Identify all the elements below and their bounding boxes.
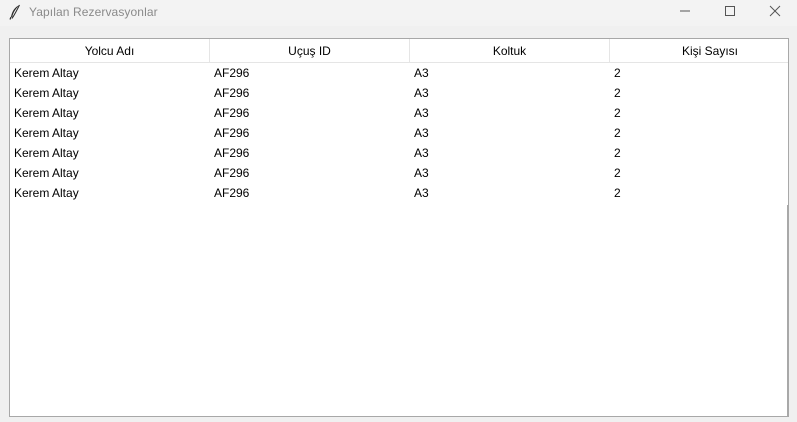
cell-seat: A3 bbox=[414, 106, 429, 120]
cell-passenger-name: Kerem Altay bbox=[14, 66, 79, 80]
window-title: Yapılan Rezervasyonlar bbox=[29, 5, 158, 19]
cell-flight-id: AF296 bbox=[214, 86, 250, 100]
cell-flight-id: AF296 bbox=[214, 66, 250, 80]
cell-person-count: 2 bbox=[614, 66, 621, 80]
cell-person-count: 2 bbox=[614, 126, 621, 140]
cell-passenger-name: Kerem Altay bbox=[14, 86, 79, 100]
cell-person-count: 2 bbox=[614, 146, 621, 160]
cell-passenger-name: Kerem Altay bbox=[14, 146, 79, 160]
table-row[interactable]: Kerem Altay AF296 A3 2 bbox=[10, 123, 788, 143]
cell-passenger-name: Kerem Altay bbox=[14, 166, 79, 180]
table-body: Kerem Altay AF296 A3 2 Kerem Altay AF296… bbox=[10, 63, 788, 203]
cell-flight-id: AF296 bbox=[214, 106, 250, 120]
table-right-border bbox=[787, 205, 788, 416]
cell-passenger-name: Kerem Altay bbox=[14, 106, 79, 120]
cell-person-count: 2 bbox=[614, 166, 621, 180]
cell-seat: A3 bbox=[414, 186, 429, 200]
table-row[interactable]: Kerem Altay AF296 A3 2 bbox=[10, 143, 788, 163]
maximize-button[interactable] bbox=[707, 0, 753, 26]
reservations-window: Yapılan Rezervasyonlar Yolcu Adı Uçuş ID… bbox=[0, 0, 797, 422]
cell-seat: A3 bbox=[414, 86, 429, 100]
cell-seat: A3 bbox=[414, 66, 429, 80]
cell-flight-id: AF296 bbox=[214, 146, 250, 160]
column-header-seat[interactable]: Koltuk bbox=[410, 39, 610, 62]
table-row[interactable]: Kerem Altay AF296 A3 2 bbox=[10, 163, 788, 183]
cell-seat: A3 bbox=[414, 166, 429, 180]
table-row[interactable]: Kerem Altay AF296 A3 2 bbox=[10, 83, 788, 103]
column-header-flight-id[interactable]: Uçuş ID bbox=[210, 39, 410, 62]
cell-flight-id: AF296 bbox=[214, 186, 250, 200]
table-row[interactable]: Kerem Altay AF296 A3 2 bbox=[10, 103, 788, 123]
cell-flight-id: AF296 bbox=[214, 126, 250, 140]
table-header: Yolcu Adı Uçuş ID Koltuk Kişi Sayısı bbox=[10, 39, 788, 63]
maximize-icon bbox=[724, 4, 736, 22]
cell-seat: A3 bbox=[414, 146, 429, 160]
column-header-person-count[interactable]: Kişi Sayısı bbox=[610, 39, 788, 62]
cell-seat: A3 bbox=[414, 126, 429, 140]
title-bar[interactable]: Yapılan Rezervasyonlar bbox=[0, 0, 797, 26]
feather-icon bbox=[8, 4, 22, 20]
cell-person-count: 2 bbox=[614, 106, 621, 120]
table-row[interactable]: Kerem Altay AF296 A3 2 bbox=[10, 183, 788, 203]
cell-person-count: 2 bbox=[614, 86, 621, 100]
cell-passenger-name: Kerem Altay bbox=[14, 126, 79, 140]
cell-flight-id: AF296 bbox=[214, 166, 250, 180]
column-header-passenger-name[interactable]: Yolcu Adı bbox=[10, 39, 210, 62]
cell-passenger-name: Kerem Altay bbox=[14, 186, 79, 200]
close-icon bbox=[769, 4, 781, 22]
minimize-button[interactable] bbox=[662, 0, 708, 26]
minimize-icon bbox=[679, 4, 691, 22]
close-button[interactable] bbox=[752, 0, 797, 26]
reservations-table[interactable]: Yolcu Adı Uçuş ID Koltuk Kişi Sayısı Ker… bbox=[9, 38, 789, 417]
table-row[interactable]: Kerem Altay AF296 A3 2 bbox=[10, 63, 788, 83]
cell-person-count: 2 bbox=[614, 186, 621, 200]
